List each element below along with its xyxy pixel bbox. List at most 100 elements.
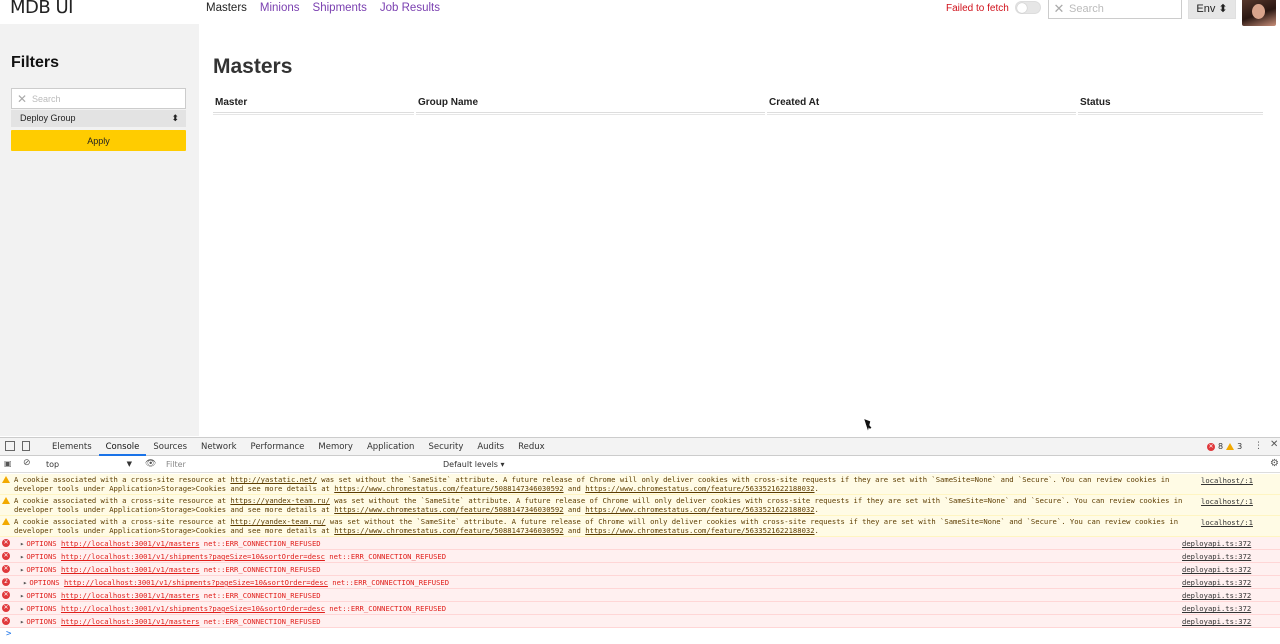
warning-icon [1226, 443, 1235, 450]
chevron-down-icon: ▼ [126, 460, 132, 468]
source-link[interactable]: deployapi.ts:372 [1182, 578, 1251, 587]
request-url-link[interactable]: http://localhost:3001/v1/masters [61, 591, 199, 600]
nav-job-results[interactable]: Job Results [380, 2, 440, 14]
column-status[interactable]: Status [1078, 97, 1263, 115]
tab-memory[interactable]: Memory [311, 438, 360, 456]
source-link[interactable]: deployapi.ts:372 [1182, 591, 1251, 600]
chromestatus-link[interactable]: https://www.chromestatus.com/feature/563… [585, 484, 814, 493]
console-filter-input[interactable] [166, 458, 436, 471]
tab-audits[interactable]: Audits [470, 438, 511, 456]
status-toggle[interactable] [1015, 1, 1041, 14]
resource-link[interactable]: https://yandex-team.ru/ [230, 496, 330, 505]
resource-link[interactable]: http://yastatic.net/ [230, 475, 317, 484]
warning-message: A cookie associated with a cross-site re… [14, 517, 1179, 535]
close-icon[interactable]: ✕ [1270, 439, 1278, 450]
nav-shipments[interactable]: Shipments [313, 2, 367, 14]
issue-counters[interactable]: ✕ 8 3 [1207, 442, 1242, 451]
more-options-icon[interactable]: ⋮ [1254, 441, 1263, 451]
expand-triangle-icon[interactable]: ▸ [20, 552, 24, 561]
tab-elements[interactable]: Elements [45, 438, 99, 456]
toggle-knob [1017, 3, 1027, 13]
warning-icon [2, 518, 10, 525]
error-icon: ✕ [1207, 442, 1215, 451]
eye-icon[interactable]: 👁 [145, 459, 156, 469]
request-url-link[interactable]: http://localhost:3001/v1/masters [61, 539, 199, 548]
source-link[interactable]: deployapi.ts:372 [1182, 539, 1251, 548]
filter-search-input[interactable] [32, 93, 172, 104]
chromestatus-link[interactable]: https://www.chromestatus.com/feature/508… [334, 505, 563, 514]
source-link[interactable]: deployapi.ts:372 [1182, 565, 1251, 574]
console-error-row[interactable]: ✕ ▸ OPTIONS http://localhost:3001/v1/shipm… [0, 550, 1280, 563]
console-error-row[interactable]: ✕ ▸ OPTIONS http://localhost:3001/v1/maste… [0, 563, 1280, 576]
source-link[interactable]: deployapi.ts:372 [1182, 604, 1251, 613]
inspect-element-icon[interactable] [5, 441, 15, 451]
tab-performance[interactable]: Performance [244, 438, 312, 456]
context-select[interactable]: top ▼ [46, 460, 134, 469]
mouse-cursor-icon [864, 417, 873, 431]
device-toolbar-icon[interactable] [22, 441, 30, 451]
nav-masters[interactable]: Masters [206, 2, 247, 14]
tab-application[interactable]: Application [360, 438, 422, 456]
request-url-link[interactable]: http://localhost:3001/v1/shipments?pageS… [64, 578, 328, 587]
top-search[interactable]: ✕ [1048, 0, 1182, 19]
console-warning-row[interactable]: A cookie associated with a cross-site re… [0, 495, 1280, 516]
avatar[interactable] [1242, 0, 1276, 26]
top-search-input[interactable] [1069, 2, 1169, 15]
tab-redux[interactable]: Redux [511, 438, 552, 456]
request-url-link[interactable]: http://localhost:3001/v1/masters [61, 565, 199, 574]
filter-search[interactable]: ✕ [11, 88, 186, 109]
warning-message: A cookie associated with a cross-site re… [14, 475, 1170, 493]
console-warning-row[interactable]: A cookie associated with a cross-site re… [0, 474, 1280, 495]
warning-icon [2, 476, 10, 483]
column-master[interactable]: Master [213, 97, 414, 115]
console-error-row[interactable]: ✕ ▸ OPTIONS http://localhost:3001/v1/maste… [0, 589, 1280, 602]
expand-triangle-icon[interactable]: ▸ [20, 565, 24, 574]
clear-console-icon[interactable]: ⊘ [23, 458, 31, 468]
clear-search-icon[interactable]: ✕ [1049, 1, 1069, 17]
gear-icon[interactable]: ⚙ [1270, 458, 1279, 469]
log-levels-dropdown[interactable]: Default levels ▾ [443, 460, 505, 469]
console-toolbar: ▣ ⊘ top ▼ 👁 Default levels ▾ ⚙ [0, 457, 1280, 473]
expand-triangle-icon[interactable]: ▸ [20, 539, 24, 548]
tab-network[interactable]: Network [194, 438, 244, 456]
source-link[interactable]: localhost/:1 [1201, 497, 1253, 506]
console-warning-row[interactable]: A cookie associated with a cross-site re… [0, 516, 1280, 537]
chromestatus-link[interactable]: https://www.chromestatus.com/feature/563… [585, 505, 814, 514]
expand-triangle-icon[interactable]: ▸ [20, 591, 24, 600]
column-created-at[interactable]: Created At [767, 97, 1076, 115]
context-label: top [46, 460, 60, 469]
clear-filter-icon[interactable]: ✕ [12, 92, 32, 106]
console-error-row[interactable]: ✕ ▸ OPTIONS http://localhost:3001/v1/shipm… [0, 602, 1280, 615]
sidebar-toggle-icon[interactable]: ▣ [4, 459, 12, 468]
devtools-panel: Elements Console Sources Network Perform… [0, 437, 1280, 644]
resource-link[interactable]: http://yandex-team.ru/ [230, 517, 325, 526]
chromestatus-link[interactable]: https://www.chromestatus.com/feature/563… [585, 526, 814, 535]
request-url-link[interactable]: http://localhost:3001/v1/shipments?pageS… [61, 552, 325, 561]
deploy-group-select[interactable]: Deploy Group ⬍ [11, 110, 186, 127]
app-brand[interactable]: MDB UI [10, 0, 73, 18]
column-group-name[interactable]: Group Name [416, 97, 765, 115]
expand-triangle-icon[interactable]: ▸ [23, 578, 27, 587]
env-dropdown[interactable]: Env ⬍ [1188, 0, 1236, 19]
console-prompt[interactable]: > [0, 625, 1280, 643]
error-icon: ✕ [2, 617, 10, 625]
source-link[interactable]: localhost/:1 [1201, 518, 1253, 527]
main-nav: Masters Minions Shipments Job Results [206, 2, 440, 14]
source-link[interactable]: deployapi.ts:372 [1182, 552, 1251, 561]
request-url-link[interactable]: http://localhost:3001/v1/shipments?pageS… [61, 604, 325, 613]
tab-sources[interactable]: Sources [146, 438, 194, 456]
source-link[interactable]: localhost/:1 [1201, 476, 1253, 485]
tab-console[interactable]: Console [98, 438, 147, 456]
console-error-row[interactable]: ✕ ▸ OPTIONS http://localhost:3001/v1/maste… [0, 537, 1280, 550]
warning-message: A cookie associated with a cross-site re… [14, 496, 1183, 514]
chromestatus-link[interactable]: https://www.chromestatus.com/feature/508… [334, 526, 563, 535]
console-error-row[interactable]: 2 ▸ OPTIONS http://localhost:3001/v1/shipm… [0, 576, 1280, 589]
filters-title: Filters [11, 54, 60, 71]
apply-button[interactable]: Apply [11, 130, 186, 151]
tab-security[interactable]: Security [421, 438, 470, 456]
nav-minions[interactable]: Minions [260, 2, 300, 14]
chromestatus-link[interactable]: https://www.chromestatus.com/feature/508… [334, 484, 563, 493]
repeat-count-badge: 2 [2, 578, 10, 586]
page-title: Masters [213, 55, 293, 78]
expand-triangle-icon[interactable]: ▸ [20, 604, 24, 613]
